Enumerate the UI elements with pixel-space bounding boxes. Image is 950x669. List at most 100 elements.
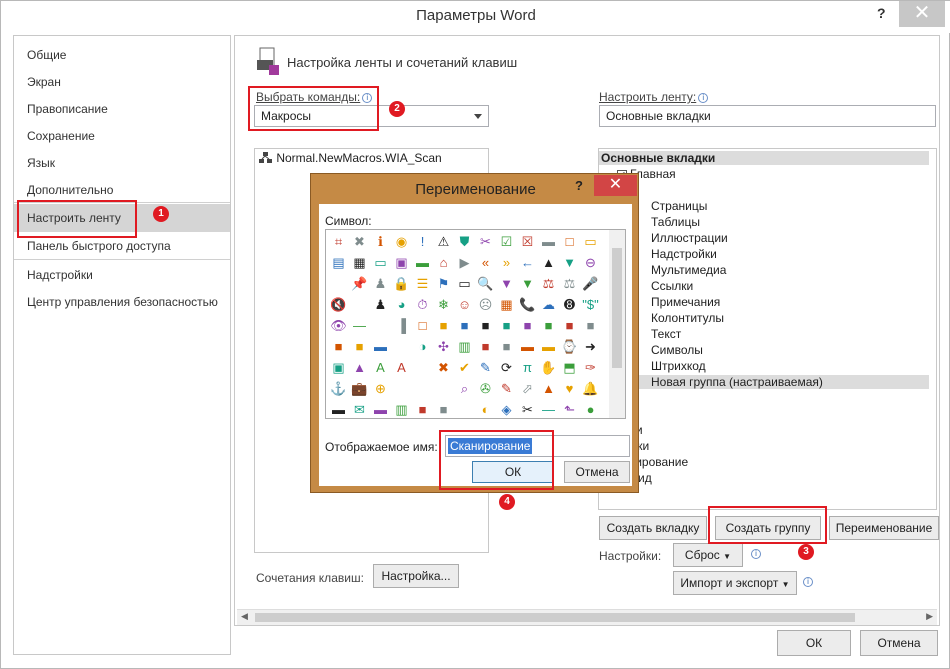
symbol-cell[interactable]: 👁: [330, 317, 347, 334]
symbol-cell[interactable]: ■: [435, 317, 452, 334]
symbol-cell[interactable]: ☁: [540, 296, 557, 313]
symbol-cell[interactable]: 🎤: [582, 275, 599, 292]
cancel-button[interactable]: Отмена: [860, 630, 938, 656]
symbol-cell[interactable]: ⌂: [435, 254, 452, 271]
symbol-cell[interactable]: ■: [582, 317, 599, 334]
tree-item[interactable]: Новая группа (настраиваемая): [599, 375, 929, 389]
symbol-cell[interactable]: ▼: [498, 275, 515, 292]
symbol-cell[interactable]: ✎: [477, 359, 494, 376]
symbol-cell[interactable]: ❄: [435, 296, 452, 313]
vertical-scrollbar[interactable]: [609, 230, 625, 418]
symbol-cell[interactable]: ▭: [372, 254, 389, 271]
symbol-cell[interactable]: 🔍: [477, 275, 494, 292]
tree-item[interactable]: ецензирование: [603, 455, 933, 469]
symbol-cell[interactable]: ⟳: [498, 359, 515, 376]
symbol-cell[interactable]: ●: [582, 401, 599, 418]
dialog-cancel-button[interactable]: Отмена: [564, 461, 630, 483]
symbol-cell[interactable]: ✉: [351, 401, 368, 418]
tree-item[interactable]: Ссылки: [651, 279, 936, 293]
symbol-cell[interactable]: ☰: [414, 275, 431, 292]
tree-item[interactable]: Штрихкод: [651, 359, 936, 373]
symbol-cell[interactable]: ✇: [477, 380, 494, 397]
tree-item[interactable]: Таблицы: [651, 215, 936, 229]
symbol-cell[interactable]: ▣: [393, 254, 410, 271]
symbol-cell[interactable]: ■: [456, 317, 473, 334]
symbol-cell[interactable]: 📌: [351, 275, 368, 292]
symbol-cell[interactable]: 🔇: [330, 296, 347, 313]
symbol-cell[interactable]: [456, 401, 473, 418]
list-item[interactable]: Normal.NewMacros.WIA_Scan: [259, 151, 442, 165]
symbol-cell[interactable]: ▬: [330, 401, 347, 418]
symbol-cell[interactable]: ☒: [519, 233, 536, 250]
tree-item[interactable]: Иллюстрации: [651, 231, 936, 245]
tree-header[interactable]: Основные вкладки: [599, 151, 929, 165]
symbol-cell[interactable]: ➑: [561, 296, 578, 313]
symbol-cell[interactable]: ⛊: [456, 233, 473, 250]
scrollbar-thumb[interactable]: [255, 613, 855, 622]
symbol-cell[interactable]: ▦: [498, 296, 515, 313]
sidebar-item-trust-center[interactable]: Центр управления безопасностью: [14, 289, 230, 315]
tree-item[interactable]: Символы: [651, 343, 936, 357]
symbol-cell[interactable]: ■: [561, 317, 578, 334]
symbol-cell[interactable]: ➜: [582, 338, 599, 355]
symbol-cell[interactable]: ▶: [456, 254, 473, 271]
tree-item[interactable]: акет: [603, 407, 933, 421]
symbol-cell[interactable]: ⚖: [561, 275, 578, 292]
symbol-cell[interactable]: ☹: [477, 296, 494, 313]
symbol-cell[interactable]: ▣: [330, 359, 347, 376]
symbol-cell[interactable]: [393, 380, 410, 397]
symbol-cell[interactable]: ■: [351, 338, 368, 355]
symbol-cell[interactable]: ⬒: [561, 359, 578, 376]
symbol-cell[interactable]: "$": [582, 296, 599, 313]
symbol-cell[interactable]: ▥: [456, 338, 473, 355]
tree-item[interactable]: Мультимедиа: [651, 263, 936, 277]
tree-item[interactable]: Примечания: [651, 295, 936, 309]
tree-item[interactable]: Текст: [651, 327, 936, 341]
help-button[interactable]: ?: [877, 5, 886, 21]
ok-button[interactable]: ОК: [777, 630, 851, 656]
symbol-cell[interactable]: ✎: [498, 380, 515, 397]
symbol-cell[interactable]: ■: [540, 317, 557, 334]
ribbon-tree[interactable]: Основные вкладки ✔Главная тавка Страницы Таб…: [598, 148, 937, 510]
symbol-cell[interactable]: A: [393, 359, 410, 376]
symbol-cell[interactable]: —: [351, 317, 368, 334]
symbol-cell[interactable]: ■: [498, 338, 515, 355]
symbol-cell[interactable]: ⚑: [435, 275, 452, 292]
tree-item[interactable]: Надстройки: [651, 247, 936, 261]
symbol-cell[interactable]: ▲: [540, 254, 557, 271]
symbol-cell[interactable]: ◈: [498, 401, 515, 418]
symbol-cell[interactable]: ▬: [372, 338, 389, 355]
symbol-cell[interactable]: ■: [330, 338, 347, 355]
symbol-cell[interactable]: ⌚: [561, 338, 578, 355]
reset-button[interactable]: Сброс ▼: [673, 543, 743, 567]
sidebar-item-proofing[interactable]: Правописание: [14, 96, 230, 122]
symbol-cell[interactable]: ■: [477, 317, 494, 334]
symbol-cell[interactable]: ♟: [372, 296, 389, 313]
tree-item[interactable]: тавка: [603, 183, 933, 197]
tree-item[interactable]: Страницы: [651, 199, 936, 213]
symbol-cell[interactable]: ✖: [435, 359, 452, 376]
symbol-cell[interactable]: 💼: [351, 380, 368, 397]
symbol-cell[interactable]: ☑: [498, 233, 515, 250]
symbol-cell[interactable]: ◑: [414, 338, 431, 355]
customize-ribbon-dropdown[interactable]: Основные вкладки: [599, 105, 936, 127]
sidebar-item-general[interactable]: Общие: [14, 42, 230, 68]
sidebar-item-display[interactable]: Экран: [14, 69, 230, 95]
horizontal-scrollbar[interactable]: ◀ ▶: [237, 609, 937, 625]
symbol-cell[interactable]: «: [477, 254, 494, 271]
symbol-cell[interactable]: ♟: [372, 275, 389, 292]
symbol-cell[interactable]: ◐: [477, 401, 494, 418]
symbol-cell[interactable]: ▲: [351, 359, 368, 376]
symbol-cell[interactable]: ▬: [519, 338, 536, 355]
symbol-cell[interactable]: A: [372, 359, 389, 376]
symbol-cell[interactable]: ☺: [456, 296, 473, 313]
symbol-cell[interactable]: [435, 380, 452, 397]
symbol-cell[interactable]: ▬: [540, 233, 557, 250]
scroll-right-icon[interactable]: ▶: [926, 611, 933, 622]
symbol-cell[interactable]: ▼: [561, 254, 578, 271]
symbol-cell[interactable]: ⚖: [540, 275, 557, 292]
symbol-cell[interactable]: ⚠: [435, 233, 452, 250]
symbol-cell[interactable]: ✔: [456, 359, 473, 376]
symbol-cell[interactable]: [372, 317, 389, 334]
symbol-cell[interactable]: »: [498, 254, 515, 271]
